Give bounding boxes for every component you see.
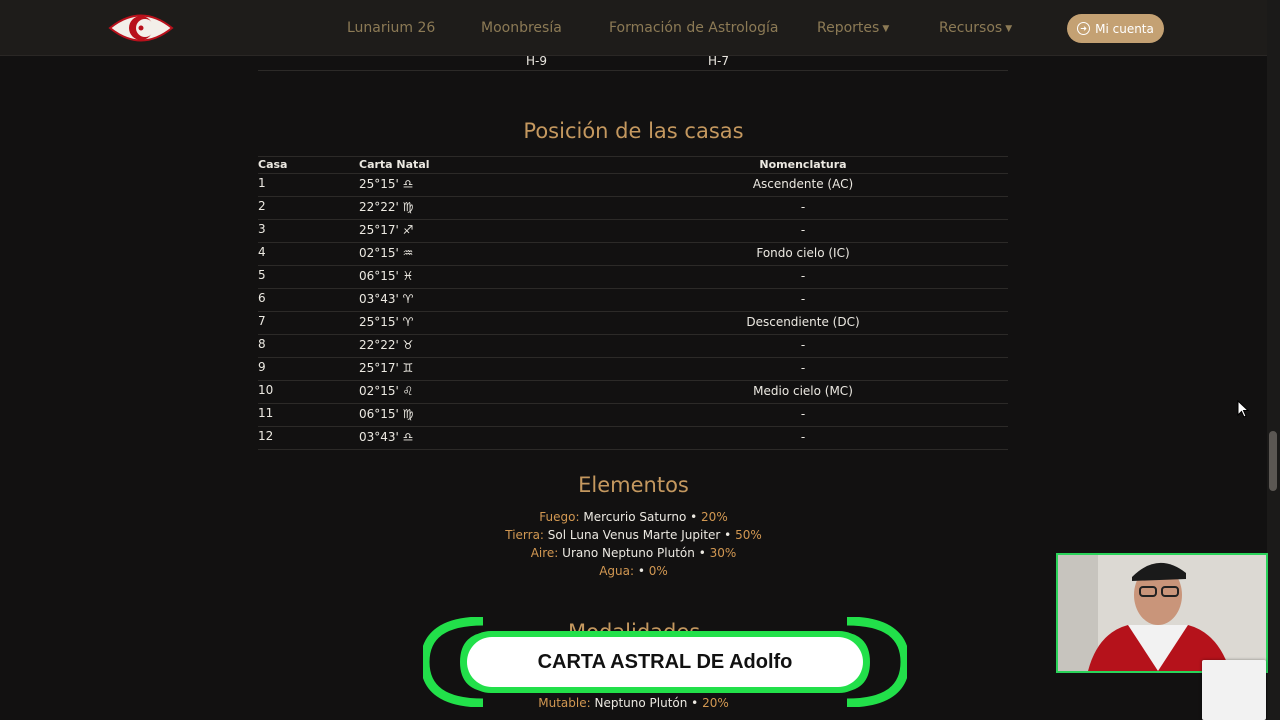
prev-table-cell: H-9 (526, 54, 547, 68)
house-nomenclature: - (800, 292, 806, 306)
caret-down-icon: ▼ (882, 24, 890, 34)
table-row: 6 03°43' ♈ - (258, 288, 1008, 311)
header-casa: Casa (258, 158, 288, 171)
nav-item-reportes[interactable]: Reportes ▼ (817, 20, 889, 36)
house-position: 02°15' ♒ (359, 246, 414, 260)
house-nomenclature: - (800, 269, 806, 283)
house-nomenclature: - (800, 223, 806, 237)
house-nomenclature: Fondo cielo (IC) (756, 246, 850, 260)
house-position: 25°17' ♐ (359, 223, 414, 237)
top-navbar: Lunarium 26 Moonbresía Formación de Astr… (0, 0, 1267, 56)
element-planets: Sol Luna Venus Marte Jupiter (547, 528, 721, 542)
house-position: 06°15' ♍ (359, 407, 414, 421)
element-label: Aire: (530, 546, 559, 560)
house-number: 7 (258, 314, 266, 328)
element-percent: 20% (701, 510, 728, 524)
prev-table-cell: H-7 (708, 54, 729, 68)
nav-item-moonbresia[interactable]: Moonbresía (481, 20, 562, 36)
house-number: 1 (258, 176, 266, 190)
element-percent: 50% (735, 528, 762, 542)
house-number: 6 (258, 291, 266, 305)
house-position: 06°15' ♓ (359, 269, 414, 283)
table-row: 12 03°43' ♎ - (258, 426, 1008, 450)
house-number: 10 (258, 383, 274, 397)
house-number: 5 (258, 268, 266, 282)
table-header: Casa Carta Natal Nomenclatura (258, 156, 1008, 173)
element-tierra: Tierra: Sol Luna Venus Marte Jupiter • 5… (505, 528, 762, 542)
house-nomenclature: - (800, 338, 806, 352)
house-nomenclature: - (800, 200, 806, 214)
login-arrow-icon: ➜ (1077, 22, 1091, 35)
banner-title: CARTA ASTRAL DE Adolfo (537, 650, 793, 673)
house-number: 11 (258, 406, 274, 420)
element-planets: Mercurio Saturno (583, 510, 687, 524)
table-row: 2 22°22' ♍ - (258, 196, 1008, 219)
divider (258, 70, 1008, 71)
house-position: 02°15' ♌ (359, 384, 414, 398)
table-row: 1 25°15' ♎ Ascendente (AC) (258, 173, 1008, 196)
header-carta-natal: Carta Natal (359, 158, 430, 171)
nav-item-formacion[interactable]: Formación de Astrología (609, 20, 778, 36)
house-position: 25°15' ♈ (359, 315, 414, 329)
table-row: 9 25°17' ♊ - (258, 357, 1008, 380)
house-number: 9 (258, 360, 266, 374)
nav-item-recursos[interactable]: Recursos ▼ (939, 20, 1012, 36)
nav-item-recursos-label: Recursos (939, 20, 1003, 36)
house-position: 03°43' ♈ (359, 292, 414, 306)
scrollbar-thumb[interactable] (1269, 431, 1277, 491)
table-row: 3 25°17' ♐ - (258, 219, 1008, 242)
nav-item-reportes-label: Reportes (817, 20, 880, 36)
house-position: 22°22' ♉ (359, 338, 414, 352)
element-percent: 0% (648, 564, 668, 578)
scrollbar-track[interactable] (1267, 0, 1280, 720)
house-number: 8 (258, 337, 266, 351)
houses-table: Casa Carta Natal Nomenclatura 1 25°15' ♎ A… (258, 156, 1008, 450)
element-planets: Urano Neptuno Plutón (562, 546, 695, 560)
house-nomenclature: Descendiente (DC) (746, 315, 860, 329)
house-nomenclature: - (800, 361, 806, 375)
house-number: 12 (258, 429, 274, 443)
house-position: 22°22' ♍ (359, 200, 414, 214)
house-position: 25°17' ♊ (359, 361, 414, 375)
table-row: 10 02°15' ♌ Medio cielo (MC) (258, 380, 1008, 403)
house-position: 03°43' ♎ (359, 430, 414, 444)
house-position: 25°15' ♎ (359, 177, 414, 191)
house-nomenclature: Ascendente (AC) (752, 177, 854, 191)
eye-logo-icon[interactable] (108, 9, 174, 47)
element-percent: 30% (709, 546, 737, 560)
webcam-overlay (1056, 553, 1268, 673)
element-label: Fuego: (539, 510, 580, 524)
mouse-cursor-icon (1237, 400, 1249, 418)
header-nomenclatura: Nomenclatura (759, 158, 847, 171)
table-row: 8 22°22' ♉ - (258, 334, 1008, 357)
element-label: Tierra: (505, 528, 544, 542)
recaptcha-badge[interactable] (1202, 660, 1266, 720)
nav-item-lunarium[interactable]: Lunarium 26 (347, 20, 435, 36)
house-number: 4 (258, 245, 266, 259)
table-row: 11 06°15' ♍ - (258, 403, 1008, 426)
element-label: Agua: (599, 564, 635, 578)
account-button-label: Mi cuenta (1095, 21, 1154, 36)
houses-title: Posición de las casas (523, 119, 744, 143)
account-button[interactable]: ➜ Mi cuenta (1067, 14, 1164, 43)
element-fuego: Fuego: Mercurio Saturno • 20% (539, 510, 728, 524)
house-nomenclature: Medio cielo (MC) (753, 384, 853, 398)
table-row: 4 02°15' ♒ Fondo cielo (IC) (258, 242, 1008, 265)
house-number: 2 (258, 199, 266, 213)
caret-down-icon: ▼ (1005, 24, 1013, 34)
elements-title: Elementos (578, 473, 689, 497)
house-nomenclature: - (800, 430, 806, 444)
table-row: 7 25°15' ♈ Descendiente (DC) (258, 311, 1008, 334)
house-number: 3 (258, 222, 266, 236)
person-silhouette-icon (1058, 555, 1266, 671)
table-row: 5 06°15' ♓ - (258, 265, 1008, 288)
house-nomenclature: - (800, 407, 806, 421)
